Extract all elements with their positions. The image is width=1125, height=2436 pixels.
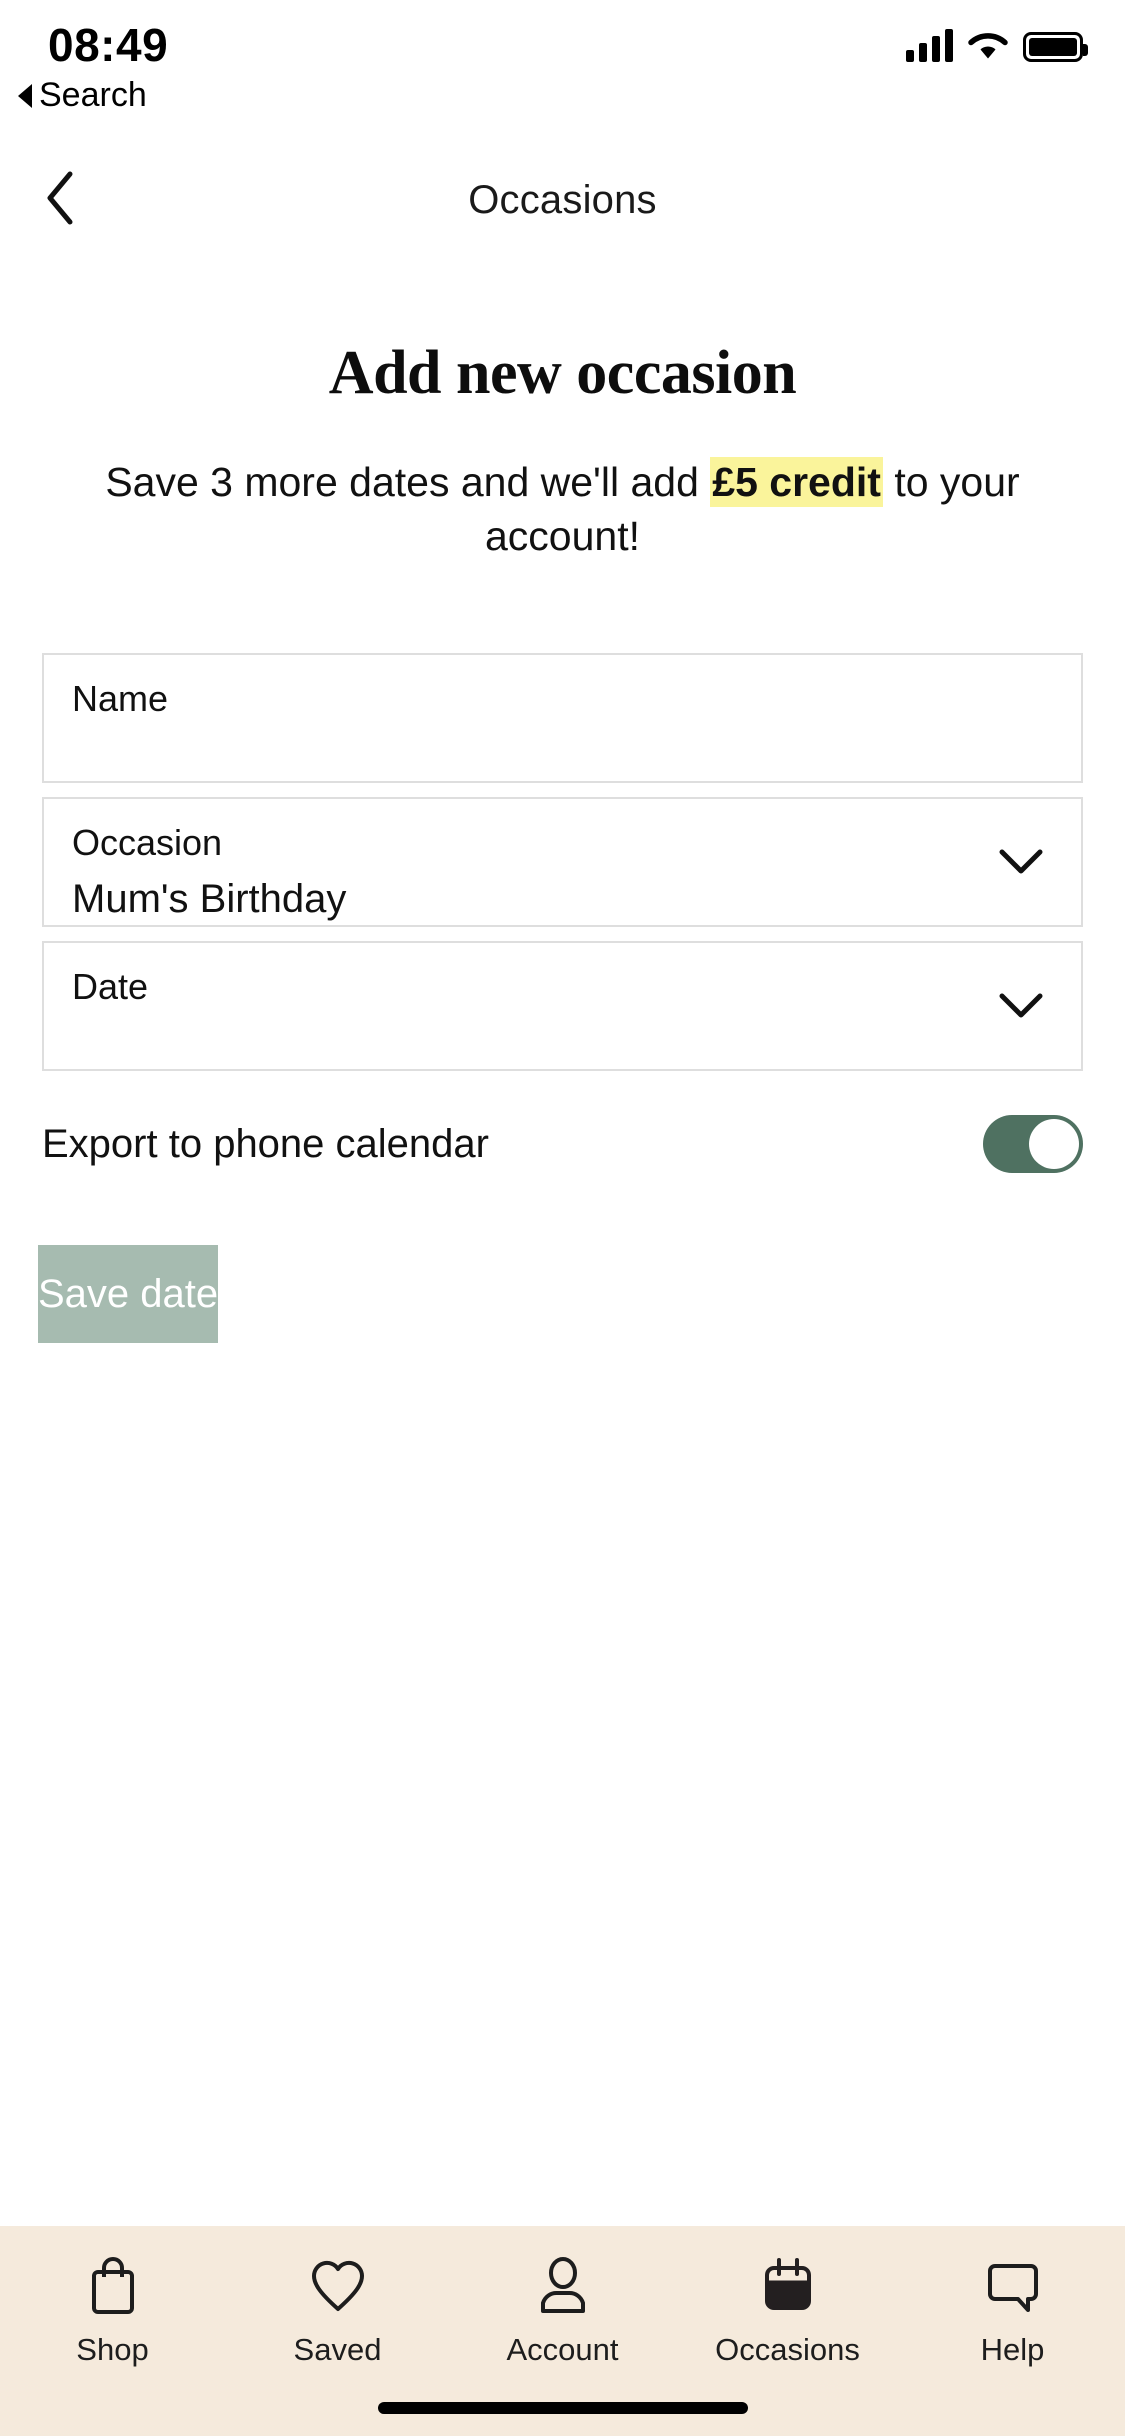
- app-screen: 08:49 Search Occasions Add new occasion …: [0, 0, 1125, 2436]
- tab-account[interactable]: Account: [450, 2254, 675, 2368]
- tab-saved[interactable]: Saved: [225, 2254, 450, 2368]
- tab-saved-label: Saved: [293, 2332, 382, 2367]
- tab-occasions-label: Occasions: [715, 2332, 860, 2367]
- calendar-icon: [756, 2254, 820, 2318]
- back-button[interactable]: [28, 168, 92, 232]
- promo-highlight: £5 credit: [710, 457, 883, 507]
- tab-occasions[interactable]: Occasions: [675, 2254, 900, 2368]
- speech-bubble-icon: [981, 2254, 1045, 2318]
- date-select[interactable]: Date: [42, 941, 1083, 1072]
- status-bar-back-label: Search: [39, 76, 147, 114]
- wifi-icon: [967, 30, 1009, 62]
- save-date-button[interactable]: Save date: [38, 1245, 219, 1344]
- chevron-down-icon[interactable]: [997, 982, 1045, 1030]
- promo-text: Save 3 more dates and we'll add £5 credi…: [55, 455, 1070, 563]
- occasion-select[interactable]: Occasion Mum's Birthday: [42, 797, 1083, 928]
- export-calendar-toggle[interactable]: [983, 1115, 1083, 1174]
- heart-icon: [306, 2254, 370, 2318]
- date-select-label: Date: [72, 966, 149, 1008]
- page-title: Occasions: [468, 177, 657, 222]
- home-indicator: [377, 2402, 748, 2414]
- triangle-left-icon: [18, 83, 32, 108]
- signal-icon: [906, 28, 953, 62]
- tab-account-label: Account: [506, 2332, 619, 2367]
- tab-shop[interactable]: Shop: [0, 2254, 225, 2368]
- person-icon: [531, 2254, 595, 2318]
- name-field[interactable]: Name: [42, 653, 1083, 784]
- occasion-select-value: Mum's Birthday: [72, 876, 347, 921]
- main-content: Add new occasion Save 3 more dates and w…: [0, 250, 1125, 2226]
- status-bar-time: 08:49: [48, 19, 169, 71]
- chevron-left-icon: [42, 170, 78, 231]
- tab-help[interactable]: Help: [900, 2254, 1125, 2368]
- occasion-select-label: Occasion: [72, 822, 223, 864]
- export-calendar-row: Export to phone calendar: [42, 1115, 1083, 1174]
- chevron-down-icon[interactable]: [997, 838, 1045, 886]
- status-bar-back-to-app[interactable]: Search: [18, 76, 147, 115]
- toggle-knob: [1029, 1119, 1079, 1170]
- tab-shop-label: Shop: [76, 2332, 149, 2367]
- promo-text-before: Save 3 more dates and we'll add: [105, 459, 711, 505]
- navigation-bar: Occasions: [0, 150, 1125, 250]
- tab-help-label: Help: [980, 2332, 1045, 2367]
- battery-fill: [1029, 38, 1077, 56]
- shopping-bag-icon: [81, 2254, 145, 2318]
- export-calendar-label: Export to phone calendar: [42, 1121, 489, 1166]
- status-bar-indicators: [906, 28, 1088, 62]
- heading: Add new occasion: [328, 339, 797, 407]
- status-bar: 08:49 Search: [0, 0, 1125, 150]
- name-field-label: Name: [72, 678, 169, 720]
- battery-icon: [1023, 32, 1088, 62]
- occasion-form: Name Occasion Mum's Birthday Date: [0, 653, 1125, 1072]
